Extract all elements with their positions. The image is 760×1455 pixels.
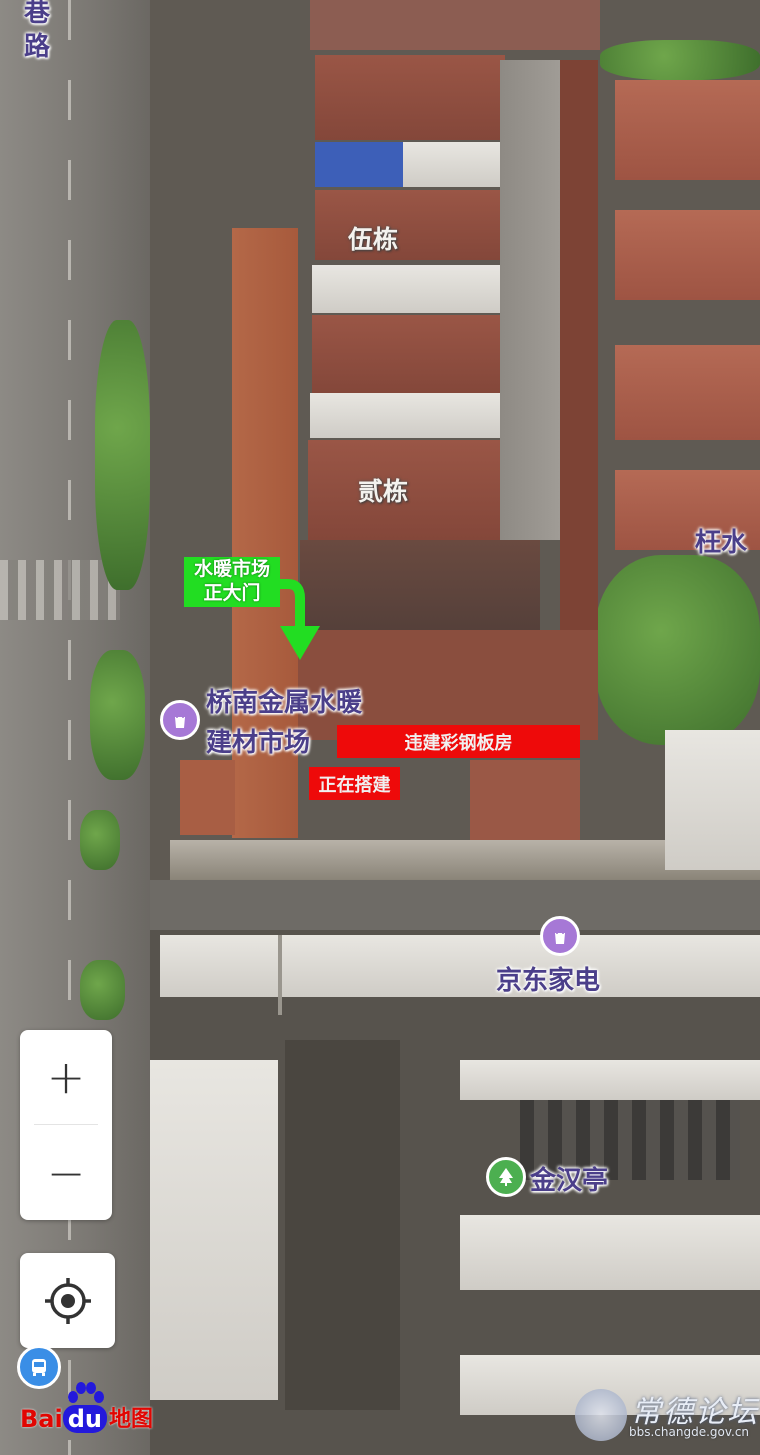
market-label-1[interactable]: 桥南金属水暖: [206, 682, 362, 719]
white-building-right-top: [460, 1060, 760, 1100]
illegal-structure: [470, 760, 580, 840]
gate-annotation-line2: 正大门: [203, 582, 261, 604]
jd-poi[interactable]: [540, 916, 580, 956]
building-2-label: 贰栋: [358, 477, 409, 506]
under-construction-annotation: 正在搭建: [309, 767, 400, 800]
bus-icon: [32, 1359, 46, 1376]
house-5: [665, 730, 760, 870]
white-building-left: [150, 1060, 278, 1400]
paw-icon: [67, 1382, 104, 1403]
illegal-building-annotation: 违建彩钢板房: [337, 725, 580, 758]
forum-watermark: 常德论坛 bbs.changde.gov.cn: [575, 1385, 760, 1445]
building-roof-c: [312, 315, 504, 393]
house-2: [615, 210, 760, 300]
zoom-divider: [34, 1124, 98, 1125]
gray-roof: [500, 60, 560, 540]
market-label-2[interactable]: 建材市场: [206, 722, 310, 759]
inner-roof: [300, 540, 540, 630]
road-lane-marks: [68, 0, 71, 1455]
white-strip-2: [310, 393, 502, 438]
locate-button[interactable]: [20, 1253, 115, 1348]
bag-icon: [555, 927, 565, 944]
house-3: [615, 345, 760, 440]
neighbor-label: 枉水: [695, 528, 748, 558]
zoom-in-button[interactable]: +: [20, 1030, 112, 1124]
watermark-url: bbs.changde.gov.cn: [629, 1425, 750, 1439]
street-trees: [90, 650, 145, 780]
logo-map: 地图: [108, 1407, 153, 1432]
trees-right: [595, 555, 760, 745]
blue-tarp: [315, 142, 403, 187]
white-strip: [312, 265, 504, 313]
jd-divider: [278, 935, 282, 1015]
logo-du: du: [62, 1405, 107, 1433]
road-label: 巷路: [23, 0, 50, 62]
jinhanting-label[interactable]: 金汉亭: [530, 1160, 608, 1197]
locate-icon: [44, 1277, 91, 1324]
gate-annotation-line1: 水暖市场: [193, 558, 270, 580]
street-trees: [95, 320, 150, 590]
roof-top: [310, 0, 600, 50]
building-5-label: 伍栋: [348, 225, 399, 254]
market-poi[interactable]: [160, 700, 200, 740]
satellite-map[interactable]: 巷路 伍栋 贰栋 枉水 桥南金属水暖 建材市场 京东家电 金汉亭 水暖市场 正大…: [0, 0, 760, 1455]
watermark-seal: [575, 1389, 627, 1441]
trees-right-top: [600, 40, 760, 80]
side-road: [150, 880, 760, 930]
zoom-out-button[interactable]: −: [20, 1126, 112, 1220]
small-roof: [180, 760, 235, 835]
bus-button[interactable]: [17, 1345, 61, 1389]
bag-icon: [175, 711, 185, 728]
zoom-control: + −: [20, 1030, 112, 1220]
gate-annotation: 水暖市场 正大门: [184, 557, 280, 607]
building-5-roof-a: [315, 55, 505, 140]
tree-icon: [499, 1168, 513, 1186]
white-building-right: [460, 1215, 760, 1290]
baidu-logo: Bai du 地图: [20, 1382, 153, 1433]
logo-bai: Bai: [20, 1405, 63, 1433]
crosswalk: [0, 560, 120, 620]
down-arrow-icon: [272, 579, 320, 660]
street-trees: [80, 960, 125, 1020]
jd-building: [160, 935, 760, 997]
dark-yard: [285, 1040, 400, 1410]
house-1: [615, 80, 760, 180]
white-tarp: [403, 142, 505, 187]
jd-label[interactable]: 京东家电: [496, 960, 600, 997]
building-5-roof-b: [315, 190, 505, 260]
logo-du-wrap: du: [62, 1382, 107, 1433]
jinhanting-poi[interactable]: [486, 1157, 526, 1197]
street-trees: [80, 810, 120, 870]
